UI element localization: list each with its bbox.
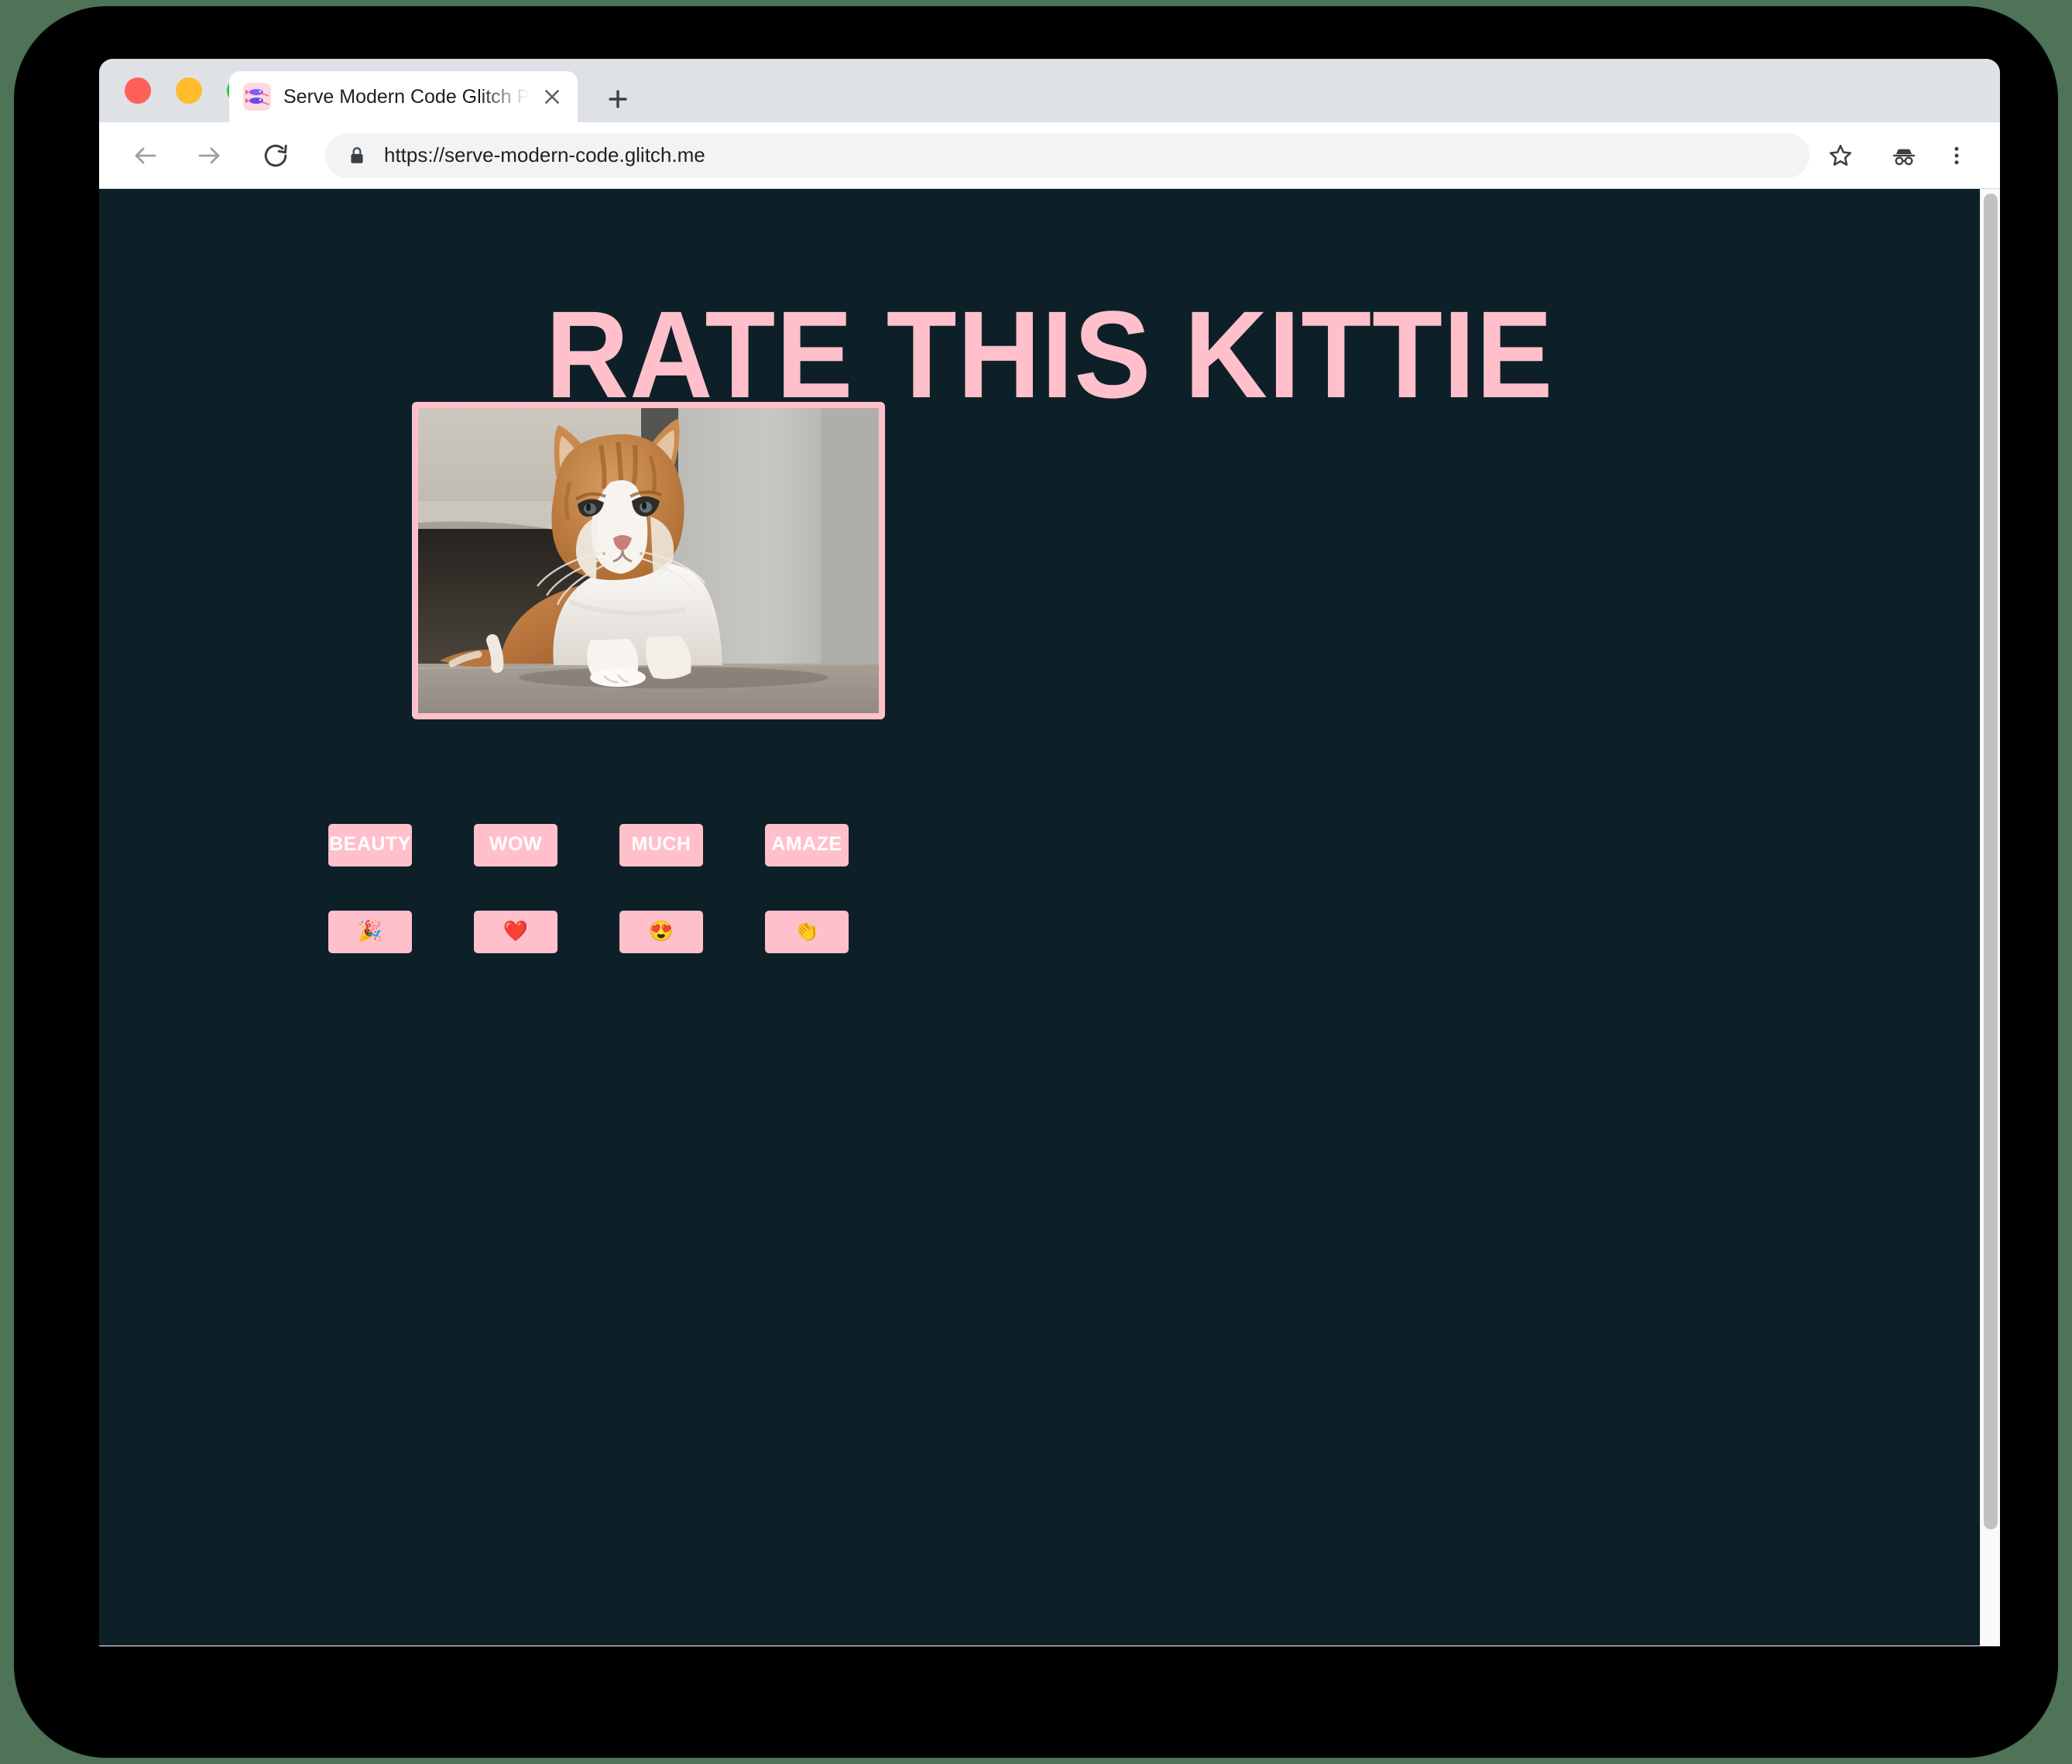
- url-text: https://serve-modern-code.glitch.me: [384, 143, 705, 166]
- rate-button-heart-eyes[interactable]: 😍: [619, 911, 703, 953]
- browser-tab[interactable]: Serve Modern Code Glitch Play: [229, 71, 578, 122]
- back-arrow-icon[interactable]: [121, 131, 170, 180]
- glitch-fish-icon: [243, 83, 271, 111]
- star-icon[interactable]: [1817, 132, 1864, 179]
- kitten-photo-image: [418, 408, 879, 713]
- new-tab-button[interactable]: [595, 76, 641, 122]
- rate-button-party-popper[interactable]: 🎉: [328, 911, 412, 953]
- close-window-button[interactable]: [125, 77, 151, 104]
- rate-button-amaze[interactable]: AMAZE: [765, 824, 849, 867]
- rating-buttons-row: BEAUTY WOW MUCH AMAZE: [328, 824, 917, 867]
- rate-button-heart[interactable]: ❤️: [474, 911, 557, 953]
- address-bar[interactable]: https://serve-modern-code.glitch.me: [325, 132, 1810, 178]
- page-viewport: RATE THIS KITTIE BEAUTY WOW MUCH AMAZE 🎉…: [99, 189, 2000, 1646]
- scrollbar-thumb[interactable]: [1984, 194, 1998, 1529]
- forward-arrow-icon[interactable]: [184, 131, 234, 180]
- page-scrollbar[interactable]: [1980, 189, 2000, 1646]
- rate-button-wow[interactable]: WOW: [474, 824, 557, 867]
- tab-strip: Serve Modern Code Glitch Play: [99, 59, 2000, 122]
- browser-toolbar: https://serve-modern-code.glitch.me: [99, 122, 2000, 189]
- three-dot-menu-icon[interactable]: [1933, 132, 1980, 179]
- tab-title: Serve Modern Code Glitch Play: [283, 86, 536, 108]
- emoji-buttons-row: 🎉 ❤️ 😍 👏: [328, 911, 917, 953]
- page-title: RATE THIS KITTIE: [545, 285, 1554, 424]
- reload-icon[interactable]: [251, 131, 300, 180]
- incognito-icon[interactable]: [1881, 132, 1927, 179]
- device-frame: Serve Modern Code Glitch Play https://se…: [14, 6, 2058, 1758]
- minimize-window-button[interactable]: [176, 77, 202, 104]
- rate-button-clap[interactable]: 👏: [765, 911, 849, 953]
- browser-window: Serve Modern Code Glitch Play https://se…: [99, 59, 2000, 1646]
- rate-button-beauty[interactable]: BEAUTY: [328, 824, 412, 867]
- lock-icon: [345, 144, 369, 167]
- kitten-photo: [412, 402, 885, 719]
- tab-close-icon[interactable]: [536, 81, 568, 113]
- rate-button-much[interactable]: MUCH: [619, 824, 703, 867]
